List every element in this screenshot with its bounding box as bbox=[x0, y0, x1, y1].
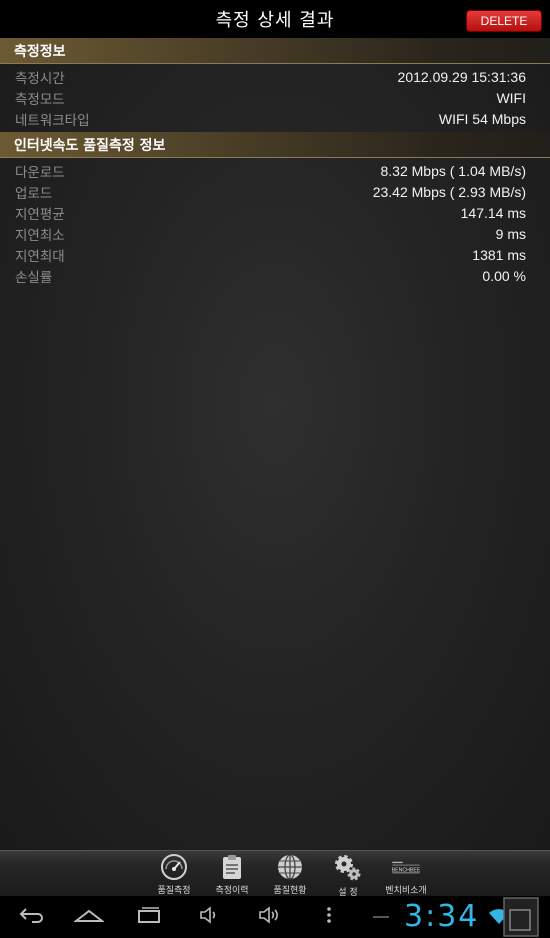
row-value: 2012.09.29 15:31:36 bbox=[397, 68, 526, 85]
row-value: 8.32 Mbps ( 1.04 MB/s) bbox=[380, 162, 526, 179]
clipboard-icon bbox=[217, 853, 247, 881]
page-title: 측정 상세 결과 bbox=[215, 10, 335, 31]
speed-quality-list: 다운로드 8.32 Mbps ( 1.04 MB/s) 업로드 23.42 Mb… bbox=[0, 158, 550, 289]
speedometer-icon bbox=[159, 853, 189, 881]
row-value: 147.14 ms bbox=[460, 204, 526, 221]
nav-item-status[interactable]: 품질현황 bbox=[261, 851, 319, 896]
row-label: 측정모드 bbox=[15, 91, 65, 108]
app-bottom-nav: 품질측정 측정이력 품질현황 설 정 BENCHBEE 벤치비소개 bbox=[0, 850, 550, 898]
recent-apps-icon bbox=[135, 905, 163, 929]
screenshot-thumbnail-icon[interactable] bbox=[502, 896, 542, 938]
row-label: 지연최대 bbox=[15, 248, 65, 265]
speaker-icon bbox=[197, 905, 221, 929]
benchbee-logo-text: BENCHBEE bbox=[392, 868, 421, 874]
title-bar: 측정 상세 결과 DELETE bbox=[0, 0, 550, 38]
volume-up-button[interactable] bbox=[254, 904, 284, 930]
result-content: 측정정보 측정시간 2012.09.29 15:31:36 측정모드 WIFI … bbox=[0, 38, 550, 852]
nav-item-history[interactable]: 측정이력 bbox=[203, 851, 261, 896]
row-value: 1381 ms bbox=[472, 246, 526, 263]
row-label: 업로드 bbox=[15, 185, 53, 202]
benchbee-logo-icon: BENCHBEE bbox=[391, 853, 421, 881]
back-icon bbox=[18, 905, 44, 929]
clock: 3:34 bbox=[404, 899, 480, 934]
nav-item-quality-test[interactable]: 품질측정 bbox=[145, 851, 203, 896]
info-row-latency-avg: 지연평균 147.14 ms bbox=[0, 202, 550, 223]
info-row-measure-mode: 측정모드 WIFI bbox=[0, 87, 550, 108]
row-label: 손실률 bbox=[15, 269, 53, 286]
row-value: 9 ms bbox=[495, 225, 526, 242]
measurement-info-list: 측정시간 2012.09.29 15:31:36 측정모드 WIFI 네트워크타… bbox=[0, 64, 550, 132]
system-navigation-bar: 3:34 bbox=[0, 896, 550, 938]
globe-icon bbox=[275, 853, 305, 881]
section-header-measurement-info: 측정정보 bbox=[0, 38, 550, 64]
info-row-latency-min: 지연최소 9 ms bbox=[0, 223, 550, 244]
nav-item-settings[interactable]: 설 정 bbox=[319, 851, 377, 898]
divider bbox=[373, 916, 389, 918]
row-value: WIFI bbox=[496, 89, 526, 106]
info-row-upload: 업로드 23.42 Mbps ( 2.93 MB/s) bbox=[0, 181, 550, 202]
nav-item-label: 벤치비소개 bbox=[385, 886, 427, 896]
info-row-download: 다운로드 8.32 Mbps ( 1.04 MB/s) bbox=[0, 160, 550, 181]
menu-button[interactable] bbox=[314, 904, 344, 930]
row-value: WIFI 54 Mbps bbox=[438, 110, 526, 127]
back-button[interactable] bbox=[16, 904, 46, 930]
nav-item-about-benchbee[interactable]: BENCHBEE 벤치비소개 bbox=[377, 851, 435, 896]
nav-item-label: 품질측정 bbox=[157, 886, 191, 896]
info-row-latency-max: 지연최대 1381 ms bbox=[0, 244, 550, 265]
row-value: 23.42 Mbps ( 2.93 MB/s) bbox=[372, 183, 526, 200]
speaker-loud-icon bbox=[256, 905, 282, 929]
row-label: 지연최소 bbox=[15, 227, 65, 244]
recent-apps-button[interactable] bbox=[134, 904, 164, 930]
info-row-network-type: 네트워크타입 WIFI 54 Mbps bbox=[0, 108, 550, 129]
gears-icon bbox=[333, 853, 363, 883]
row-label: 측정시간 bbox=[15, 70, 65, 87]
home-button[interactable] bbox=[73, 904, 105, 930]
overflow-menu-icon bbox=[324, 905, 334, 929]
nav-item-label: 측정이력 bbox=[215, 886, 249, 896]
info-row-measure-time: 측정시간 2012.09.29 15:31:36 bbox=[0, 66, 550, 87]
row-value: 0.00 % bbox=[482, 267, 526, 284]
row-label: 지연평균 bbox=[15, 206, 65, 223]
volume-down-button[interactable] bbox=[194, 904, 224, 930]
delete-button[interactable]: DELETE bbox=[466, 10, 542, 32]
home-icon bbox=[73, 905, 105, 929]
row-label: 네트워크타입 bbox=[15, 112, 90, 129]
nav-item-label: 품질현황 bbox=[273, 886, 307, 896]
section-header-speed-quality: 인터넷속도 품질측정 정보 bbox=[0, 132, 550, 158]
row-label: 다운로드 bbox=[15, 164, 65, 181]
info-row-loss-rate: 손실률 0.00 % bbox=[0, 265, 550, 286]
